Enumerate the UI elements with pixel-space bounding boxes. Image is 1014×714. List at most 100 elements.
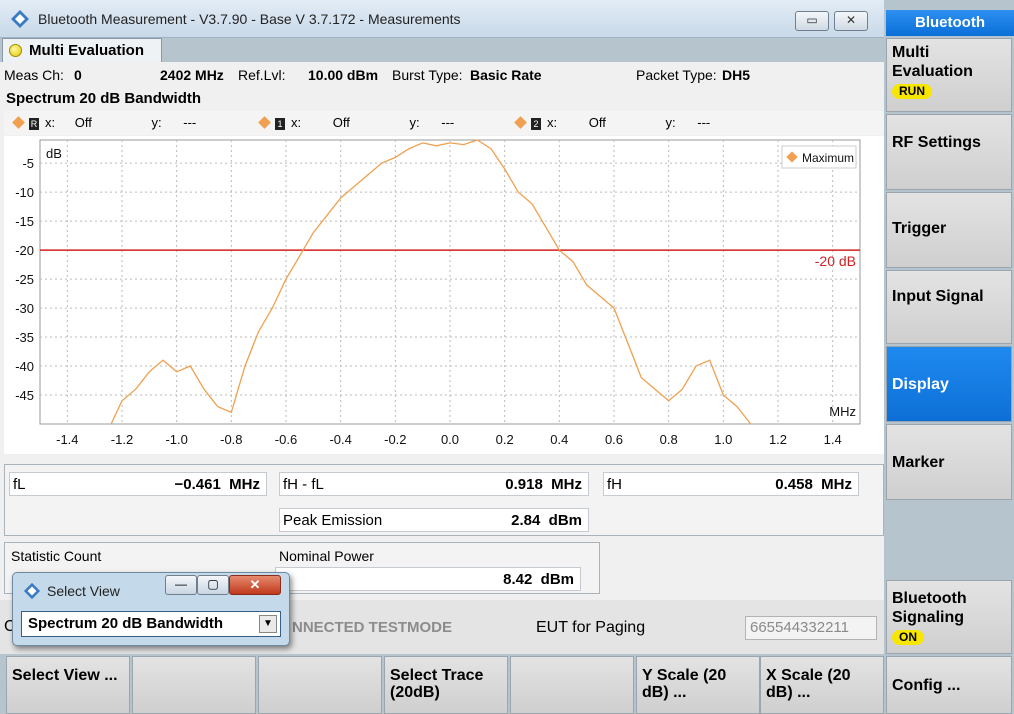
button-label: RF Settings xyxy=(892,134,981,151)
dropdown-arrow-icon[interactable]: ▼ xyxy=(259,615,277,633)
x-tick-label: 0.4 xyxy=(550,432,568,447)
marker-id: 2 xyxy=(531,117,541,130)
select-view-button[interactable]: Select View ... xyxy=(6,656,130,714)
frequency-value: 2402 MHz xyxy=(160,67,224,83)
peak-emission-value: 2.84 dBm xyxy=(511,512,582,529)
button-label: Bluetooth Signaling xyxy=(892,590,967,626)
marker-y-label: y: xyxy=(151,115,162,130)
marker-x-value: Off xyxy=(588,115,606,130)
close-button[interactable]: ✕ xyxy=(834,11,868,31)
on-badge: ON xyxy=(892,630,924,645)
view-select[interactable]: Spectrum 20 dB Bandwidth xyxy=(21,611,281,637)
ref-lvl-value: 10.00 dBm xyxy=(308,67,379,83)
y-tick-label: -5 xyxy=(22,156,34,171)
nominal-power-label: Nominal Power xyxy=(279,548,374,564)
marker-y-value: --- xyxy=(697,115,711,130)
fh-value: 0.458 MHz xyxy=(775,476,852,493)
marker-bar: Rx: Off y: --- 1 x: Off y: --- 2 x: Off y:… xyxy=(4,111,884,135)
status-dot-icon xyxy=(9,44,22,57)
y-tick-label: -10 xyxy=(15,185,34,200)
y-axis-label: dB xyxy=(46,146,62,161)
marker-button[interactable]: Marker xyxy=(886,424,1012,500)
eut-address-field[interactable]: 665544332211 xyxy=(745,616,877,640)
threshold-label: -20 dB xyxy=(815,253,856,269)
display-button[interactable]: Display xyxy=(886,346,1012,422)
x-tick-label: 0.2 xyxy=(496,432,514,447)
x-tick-label: -0.8 xyxy=(220,432,242,447)
right-panel-header: Bluetooth xyxy=(886,10,1014,36)
config-button[interactable]: Config ... xyxy=(886,656,1012,714)
select-trace-button[interactable]: Select Trace (20dB) xyxy=(384,656,508,714)
minimize-button[interactable]: ▭ xyxy=(795,11,829,31)
marker-diamond-icon xyxy=(514,116,527,129)
marker-ref[interactable]: Rx: Off y: --- xyxy=(12,115,197,130)
select-view-dialog: Select View — ▢ ✕ Spectrum 20 dB Bandwid… xyxy=(12,572,290,646)
nominal-power-field: 8.42 dBm xyxy=(275,567,581,591)
fh-fl-field: fH - fL 0.918 MHz xyxy=(279,472,589,496)
rf-settings-button[interactable]: RF Settings xyxy=(886,114,1012,190)
chart-title: Spectrum 20 dB Bandwidth xyxy=(6,90,202,107)
right-panel-spacer xyxy=(886,502,1012,578)
button-label: Select View ... xyxy=(12,667,118,684)
dialog-maximize-button[interactable]: ▢ xyxy=(197,575,229,595)
x-tick-label: 0.8 xyxy=(660,432,678,447)
spectrum-chart[interactable]: -1.4 -1.2 -1.0 -0.8 -0.6 -0.4 -0.2 0.0 0.2 0.4 0.6… xyxy=(4,136,884,454)
dialog-minimize-button[interactable]: — xyxy=(165,575,197,595)
fh-field: fH 0.458 MHz xyxy=(603,472,859,496)
marker-x-label: x: xyxy=(291,115,302,130)
marker-id: 1 xyxy=(275,117,285,130)
ref-lvl-label: Ref.Lvl: xyxy=(238,67,286,83)
x-scale-button[interactable]: X Scale (20 dB) ... xyxy=(760,656,884,714)
dialog-close-button[interactable]: ✕ xyxy=(229,575,281,595)
softkey-3[interactable] xyxy=(258,656,382,714)
trigger-button[interactable]: Trigger xyxy=(886,192,1012,268)
x-tick-label: 1.2 xyxy=(769,432,787,447)
y-tick-label: -40 xyxy=(15,359,34,374)
fl-label: fL xyxy=(13,476,26,493)
fh-label: fH xyxy=(607,476,622,493)
x-tick-label: -1.0 xyxy=(165,432,187,447)
tab-label: Multi Evaluation xyxy=(29,42,145,59)
bluetooth-signaling-button[interactable]: Bluetooth Signaling ON xyxy=(886,580,1012,654)
x-tick-label: -0.4 xyxy=(329,432,351,447)
marker-y-value: --- xyxy=(183,115,197,130)
x-tick-label: -1.4 xyxy=(56,432,78,447)
button-label: Display xyxy=(892,376,949,393)
tab-multi-evaluation[interactable]: Multi Evaluation xyxy=(2,38,162,62)
button-label: Marker xyxy=(892,454,945,471)
peak-emission-field: Peak Emission 2.84 dBm xyxy=(279,508,589,532)
marker-x-value: Off xyxy=(332,115,350,130)
y-tick-label: -20 xyxy=(15,243,34,258)
button-label: Input Signal xyxy=(892,288,984,305)
input-signal-button[interactable]: Input Signal xyxy=(886,270,1012,344)
title-bar: Bluetooth Measurement - V3.7.90 - Base V… xyxy=(0,0,884,38)
results-panel: fL −0.461 MHz fH - fL 0.918 MHz fH 0.458… xyxy=(4,464,884,536)
packet-type-label: Packet Type: xyxy=(636,67,717,83)
app-logo-icon xyxy=(11,10,29,28)
y-tick-label: -30 xyxy=(15,301,34,316)
view-select-value: Spectrum 20 dB Bandwidth xyxy=(28,615,224,632)
marker-2[interactable]: 2 x: Off y: --- xyxy=(514,115,711,130)
marker-1[interactable]: 1 x: Off y: --- xyxy=(258,115,455,130)
x-tick-label: 1.4 xyxy=(824,432,842,447)
x-tick-label: -0.2 xyxy=(384,432,406,447)
multi-evaluation-button[interactable]: Multi Evaluation RUN xyxy=(886,38,1012,112)
softkey-5[interactable] xyxy=(510,656,634,714)
softkey-2[interactable] xyxy=(132,656,256,714)
marker-diamond-icon xyxy=(12,116,25,129)
nominal-power-value: 8.42 dBm xyxy=(503,571,574,588)
burst-type-value: Basic Rate xyxy=(470,67,542,83)
x-tick-label: -0.6 xyxy=(275,432,297,447)
button-label: Config ... xyxy=(892,677,961,694)
statistic-count-label: Statistic Count xyxy=(11,548,102,564)
fh-fl-label: fH - fL xyxy=(283,476,324,493)
legend-label: Maximum xyxy=(802,151,854,165)
marker-y-value: --- xyxy=(441,115,455,130)
fh-fl-value: 0.918 MHz xyxy=(505,476,582,493)
fl-field: fL −0.461 MHz xyxy=(9,472,267,496)
marker-y-label: y: xyxy=(409,115,420,130)
marker-x-label: x: xyxy=(45,115,56,130)
button-label: X Scale (20 dB) ... xyxy=(766,667,851,701)
button-label: Multi Evaluation xyxy=(892,44,973,80)
y-scale-button[interactable]: Y Scale (20 dB) ... xyxy=(636,656,760,714)
